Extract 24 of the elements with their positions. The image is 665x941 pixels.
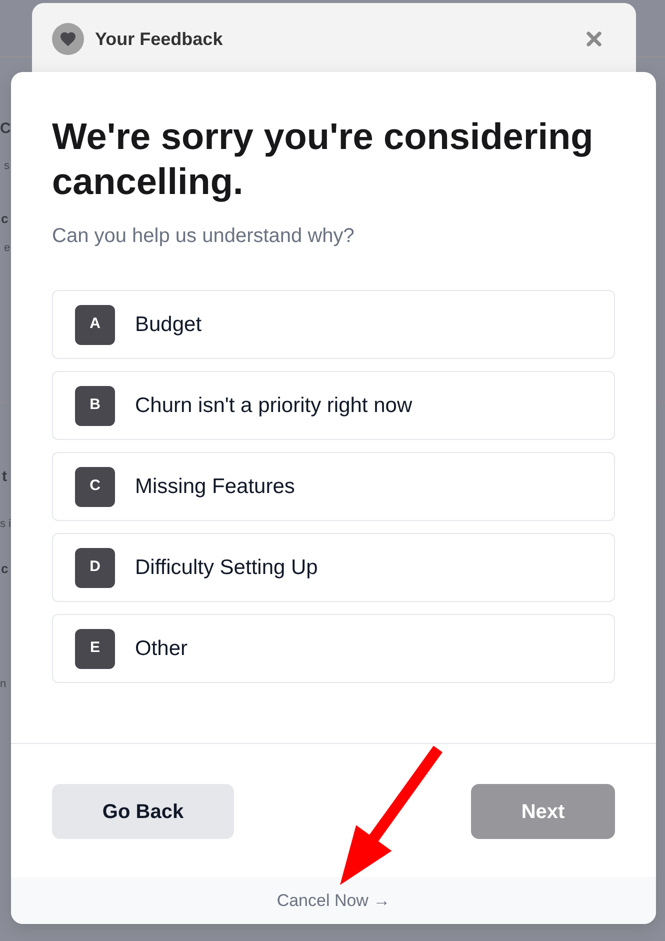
answer-option[interactable]: B Churn isn't a priority right now <box>52 371 615 440</box>
option-letter: B <box>75 386 115 426</box>
background-page-text: s i <box>0 517 11 532</box>
background-page-text: n <box>0 677 6 692</box>
answer-option[interactable]: D Difficulty Setting Up <box>52 533 615 602</box>
question-heading: We're sorry you're considering cancelling. <box>52 115 594 204</box>
option-letter: D <box>75 548 115 588</box>
background-page-text: t <box>2 467 7 487</box>
option-letter: A <box>75 304 115 344</box>
answer-option[interactable]: E Other <box>52 614 615 683</box>
option-letter: E <box>75 628 115 668</box>
background-page-text: c <box>1 210 8 228</box>
question-subtitle: Can you help us understand why? <box>52 224 356 248</box>
answer-option[interactable]: A Budget <box>52 290 615 359</box>
background-page-text: C <box>0 119 11 139</box>
close-icon <box>586 31 602 47</box>
back-button[interactable]: Go Back <box>52 784 234 839</box>
background-page-text: e <box>4 241 10 256</box>
cancel-now-link[interactable]: Cancel Now → <box>276 888 390 914</box>
option-letter: C <box>75 466 115 506</box>
background-page-text: c <box>1 560 8 578</box>
background-page-text: s <box>4 159 10 174</box>
answer-option[interactable]: C Missing Features <box>52 452 615 521</box>
modal-title: Your Feedback <box>95 28 223 50</box>
